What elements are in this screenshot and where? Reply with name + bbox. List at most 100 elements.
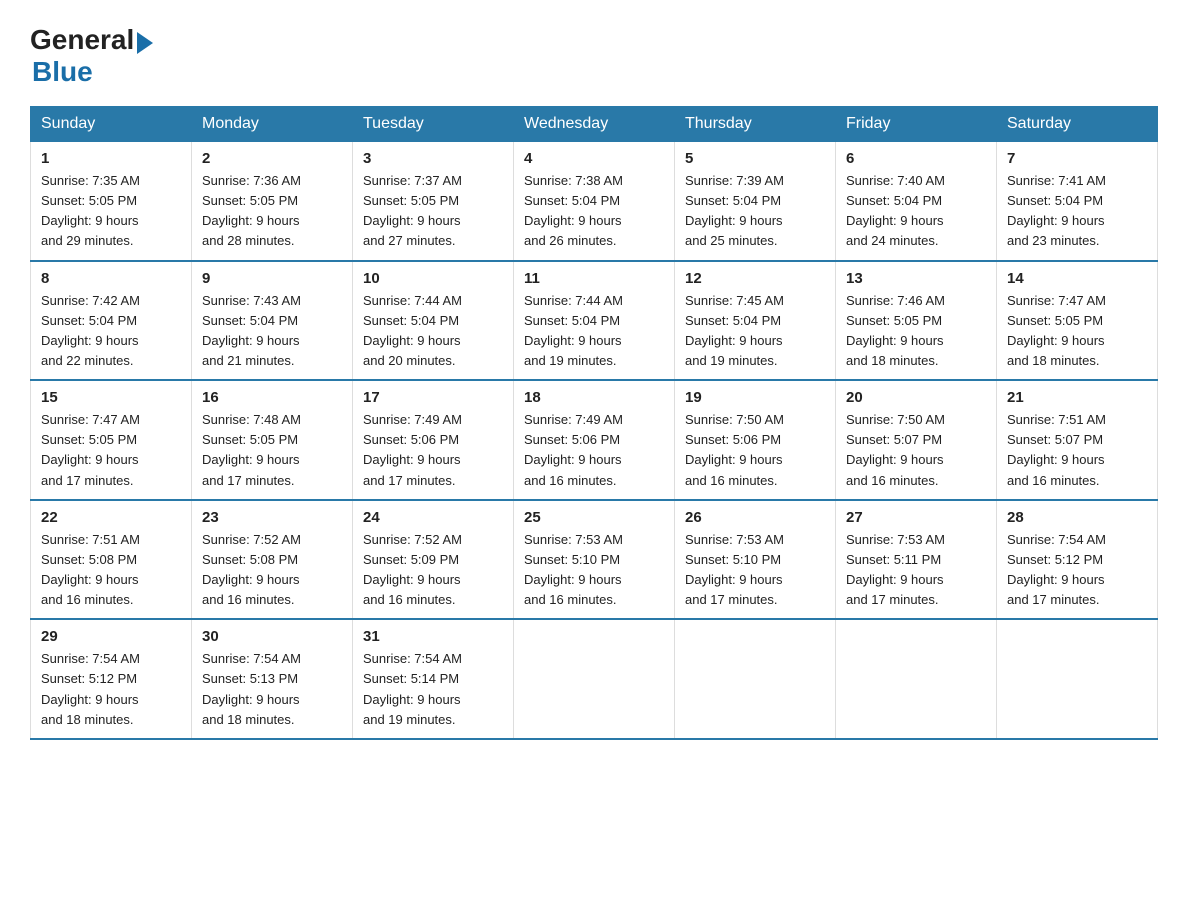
- calendar-cell: 10 Sunrise: 7:44 AM Sunset: 5:04 PM Dayl…: [353, 261, 514, 381]
- day-info: Sunrise: 7:51 AM Sunset: 5:08 PM Dayligh…: [41, 530, 181, 611]
- weekday-header-wednesday: Wednesday: [514, 107, 675, 142]
- calendar-cell: 23 Sunrise: 7:52 AM Sunset: 5:08 PM Dayl…: [192, 500, 353, 620]
- calendar-cell: 21 Sunrise: 7:51 AM Sunset: 5:07 PM Dayl…: [997, 380, 1158, 500]
- logo: General Blue: [30, 24, 153, 88]
- calendar-cell: 7 Sunrise: 7:41 AM Sunset: 5:04 PM Dayli…: [997, 142, 1158, 261]
- day-info: Sunrise: 7:36 AM Sunset: 5:05 PM Dayligh…: [202, 171, 342, 252]
- day-number: 11: [524, 270, 664, 287]
- weekday-header-friday: Friday: [836, 107, 997, 142]
- weekday-header-saturday: Saturday: [997, 107, 1158, 142]
- weekday-header-row: SundayMondayTuesdayWednesdayThursdayFrid…: [31, 107, 1158, 142]
- calendar-cell: 15 Sunrise: 7:47 AM Sunset: 5:05 PM Dayl…: [31, 380, 192, 500]
- day-number: 30: [202, 628, 342, 645]
- day-info: Sunrise: 7:50 AM Sunset: 5:06 PM Dayligh…: [685, 410, 825, 491]
- calendar-week-row: 22 Sunrise: 7:51 AM Sunset: 5:08 PM Dayl…: [31, 500, 1158, 620]
- day-info: Sunrise: 7:54 AM Sunset: 5:14 PM Dayligh…: [363, 649, 503, 730]
- calendar-week-row: 29 Sunrise: 7:54 AM Sunset: 5:12 PM Dayl…: [31, 619, 1158, 739]
- calendar-table: SundayMondayTuesdayWednesdayThursdayFrid…: [30, 106, 1158, 740]
- day-info: Sunrise: 7:40 AM Sunset: 5:04 PM Dayligh…: [846, 171, 986, 252]
- day-number: 18: [524, 389, 664, 406]
- weekday-header-monday: Monday: [192, 107, 353, 142]
- day-info: Sunrise: 7:35 AM Sunset: 5:05 PM Dayligh…: [41, 171, 181, 252]
- day-number: 28: [1007, 509, 1147, 526]
- day-number: 16: [202, 389, 342, 406]
- day-info: Sunrise: 7:52 AM Sunset: 5:09 PM Dayligh…: [363, 530, 503, 611]
- day-number: 25: [524, 509, 664, 526]
- day-info: Sunrise: 7:53 AM Sunset: 5:10 PM Dayligh…: [524, 530, 664, 611]
- day-number: 13: [846, 270, 986, 287]
- calendar-cell: 28 Sunrise: 7:54 AM Sunset: 5:12 PM Dayl…: [997, 500, 1158, 620]
- day-number: 24: [363, 509, 503, 526]
- calendar-cell: 30 Sunrise: 7:54 AM Sunset: 5:13 PM Dayl…: [192, 619, 353, 739]
- day-info: Sunrise: 7:48 AM Sunset: 5:05 PM Dayligh…: [202, 410, 342, 491]
- weekday-header-thursday: Thursday: [675, 107, 836, 142]
- calendar-cell: 5 Sunrise: 7:39 AM Sunset: 5:04 PM Dayli…: [675, 142, 836, 261]
- day-info: Sunrise: 7:53 AM Sunset: 5:10 PM Dayligh…: [685, 530, 825, 611]
- day-number: 14: [1007, 270, 1147, 287]
- day-info: Sunrise: 7:38 AM Sunset: 5:04 PM Dayligh…: [524, 171, 664, 252]
- day-number: 31: [363, 628, 503, 645]
- day-info: Sunrise: 7:39 AM Sunset: 5:04 PM Dayligh…: [685, 171, 825, 252]
- day-number: 27: [846, 509, 986, 526]
- calendar-cell: 6 Sunrise: 7:40 AM Sunset: 5:04 PM Dayli…: [836, 142, 997, 261]
- day-number: 5: [685, 150, 825, 167]
- day-info: Sunrise: 7:49 AM Sunset: 5:06 PM Dayligh…: [363, 410, 503, 491]
- day-number: 9: [202, 270, 342, 287]
- calendar-cell: 27 Sunrise: 7:53 AM Sunset: 5:11 PM Dayl…: [836, 500, 997, 620]
- calendar-cell: 25 Sunrise: 7:53 AM Sunset: 5:10 PM Dayl…: [514, 500, 675, 620]
- day-info: Sunrise: 7:50 AM Sunset: 5:07 PM Dayligh…: [846, 410, 986, 491]
- calendar-cell: 11 Sunrise: 7:44 AM Sunset: 5:04 PM Dayl…: [514, 261, 675, 381]
- day-info: Sunrise: 7:45 AM Sunset: 5:04 PM Dayligh…: [685, 291, 825, 372]
- day-number: 1: [41, 150, 181, 167]
- day-number: 26: [685, 509, 825, 526]
- calendar-cell: [675, 619, 836, 739]
- day-info: Sunrise: 7:37 AM Sunset: 5:05 PM Dayligh…: [363, 171, 503, 252]
- calendar-cell: 29 Sunrise: 7:54 AM Sunset: 5:12 PM Dayl…: [31, 619, 192, 739]
- day-info: Sunrise: 7:47 AM Sunset: 5:05 PM Dayligh…: [1007, 291, 1147, 372]
- day-number: 20: [846, 389, 986, 406]
- day-info: Sunrise: 7:53 AM Sunset: 5:11 PM Dayligh…: [846, 530, 986, 611]
- day-number: 2: [202, 150, 342, 167]
- logo-blue-text: Blue: [32, 56, 93, 87]
- day-number: 3: [363, 150, 503, 167]
- day-info: Sunrise: 7:44 AM Sunset: 5:04 PM Dayligh…: [363, 291, 503, 372]
- day-number: 12: [685, 270, 825, 287]
- day-info: Sunrise: 7:43 AM Sunset: 5:04 PM Dayligh…: [202, 291, 342, 372]
- day-info: Sunrise: 7:46 AM Sunset: 5:05 PM Dayligh…: [846, 291, 986, 372]
- calendar-cell: 19 Sunrise: 7:50 AM Sunset: 5:06 PM Dayl…: [675, 380, 836, 500]
- day-number: 4: [524, 150, 664, 167]
- calendar-cell: 14 Sunrise: 7:47 AM Sunset: 5:05 PM Dayl…: [997, 261, 1158, 381]
- calendar-cell: [836, 619, 997, 739]
- logo-arrow-icon: [137, 32, 153, 54]
- logo-general-text: General: [30, 24, 134, 56]
- day-number: 8: [41, 270, 181, 287]
- calendar-cell: 8 Sunrise: 7:42 AM Sunset: 5:04 PM Dayli…: [31, 261, 192, 381]
- day-number: 6: [846, 150, 986, 167]
- day-number: 15: [41, 389, 181, 406]
- calendar-cell: 22 Sunrise: 7:51 AM Sunset: 5:08 PM Dayl…: [31, 500, 192, 620]
- day-info: Sunrise: 7:49 AM Sunset: 5:06 PM Dayligh…: [524, 410, 664, 491]
- page-header: General Blue: [30, 24, 1158, 88]
- calendar-week-row: 1 Sunrise: 7:35 AM Sunset: 5:05 PM Dayli…: [31, 142, 1158, 261]
- calendar-cell: 20 Sunrise: 7:50 AM Sunset: 5:07 PM Dayl…: [836, 380, 997, 500]
- day-info: Sunrise: 7:44 AM Sunset: 5:04 PM Dayligh…: [524, 291, 664, 372]
- calendar-cell: 26 Sunrise: 7:53 AM Sunset: 5:10 PM Dayl…: [675, 500, 836, 620]
- calendar-cell: [514, 619, 675, 739]
- day-number: 29: [41, 628, 181, 645]
- day-info: Sunrise: 7:54 AM Sunset: 5:13 PM Dayligh…: [202, 649, 342, 730]
- calendar-cell: 3 Sunrise: 7:37 AM Sunset: 5:05 PM Dayli…: [353, 142, 514, 261]
- calendar-cell: 16 Sunrise: 7:48 AM Sunset: 5:05 PM Dayl…: [192, 380, 353, 500]
- day-number: 7: [1007, 150, 1147, 167]
- day-info: Sunrise: 7:54 AM Sunset: 5:12 PM Dayligh…: [1007, 530, 1147, 611]
- calendar-cell: 4 Sunrise: 7:38 AM Sunset: 5:04 PM Dayli…: [514, 142, 675, 261]
- calendar-cell: 2 Sunrise: 7:36 AM Sunset: 5:05 PM Dayli…: [192, 142, 353, 261]
- calendar-cell: 24 Sunrise: 7:52 AM Sunset: 5:09 PM Dayl…: [353, 500, 514, 620]
- day-number: 22: [41, 509, 181, 526]
- weekday-header-tuesday: Tuesday: [353, 107, 514, 142]
- day-info: Sunrise: 7:42 AM Sunset: 5:04 PM Dayligh…: [41, 291, 181, 372]
- day-number: 19: [685, 389, 825, 406]
- calendar-cell: [997, 619, 1158, 739]
- day-info: Sunrise: 7:41 AM Sunset: 5:04 PM Dayligh…: [1007, 171, 1147, 252]
- calendar-cell: 9 Sunrise: 7:43 AM Sunset: 5:04 PM Dayli…: [192, 261, 353, 381]
- calendar-cell: 17 Sunrise: 7:49 AM Sunset: 5:06 PM Dayl…: [353, 380, 514, 500]
